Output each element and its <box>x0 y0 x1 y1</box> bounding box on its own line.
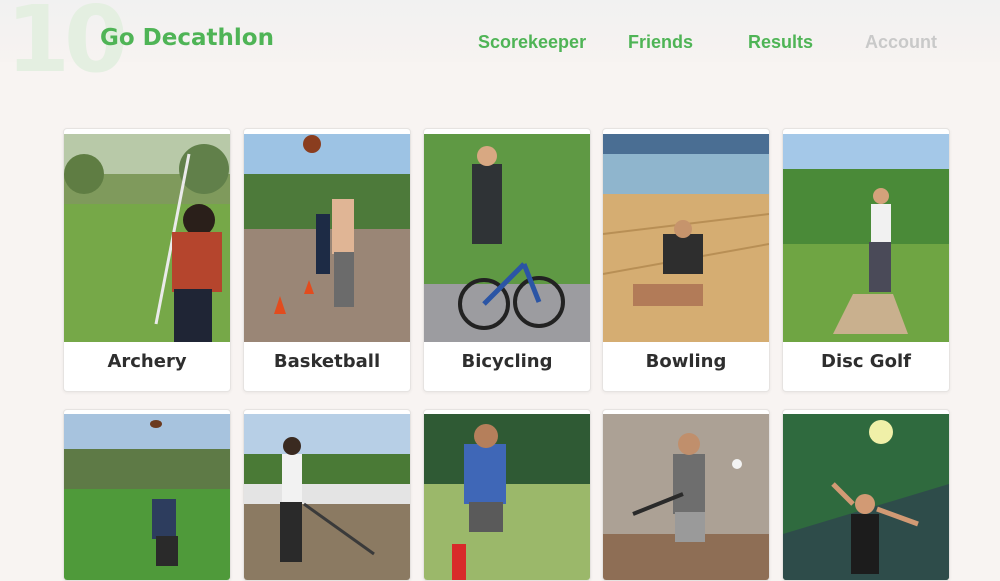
activity-card-kickball[interactable] <box>423 409 591 581</box>
activity-card-softball[interactable] <box>602 409 770 581</box>
bowling-photo <box>603 134 769 342</box>
brand-title[interactable]: Go Decathlon <box>100 25 274 51</box>
activity-card-bowling[interactable]: Bowling <box>602 128 770 392</box>
volleyball-photo <box>783 414 949 580</box>
top-header: 10 Go Decathlon Scorekeeper Friends Resu… <box>0 0 1000 86</box>
activity-label: Basketball <box>273 351 381 372</box>
kickball-photo <box>424 414 590 580</box>
disc-golf-photo <box>783 134 949 342</box>
activity-label: Archery <box>107 351 187 372</box>
activity-card-basketball[interactable]: Basketball <box>243 128 411 392</box>
hockey-photo <box>244 414 410 580</box>
basketball-photo <box>244 134 410 342</box>
nav-results[interactable]: Results <box>748 32 813 53</box>
activity-label: Bowling <box>645 351 727 372</box>
activity-card-archery[interactable]: Archery <box>63 128 231 392</box>
nav-scorekeeper[interactable]: Scorekeeper <box>478 32 586 53</box>
football-photo <box>64 414 230 580</box>
archery-photo <box>64 134 230 342</box>
activity-card-disc-golf[interactable]: Disc Golf <box>782 128 950 392</box>
activity-card-football[interactable] <box>63 409 231 581</box>
activity-label: Disc Golf <box>821 351 911 372</box>
bicycling-photo <box>424 134 590 342</box>
activity-card-hockey[interactable] <box>243 409 411 581</box>
activity-card-volleyball[interactable] <box>782 409 950 581</box>
activity-card-bicycling[interactable]: Bicycling <box>423 128 591 392</box>
softball-photo <box>603 414 769 580</box>
nav-friends[interactable]: Friends <box>628 32 693 53</box>
nav-account[interactable]: Account <box>865 32 937 53</box>
activity-label: Bicycling <box>461 351 553 372</box>
